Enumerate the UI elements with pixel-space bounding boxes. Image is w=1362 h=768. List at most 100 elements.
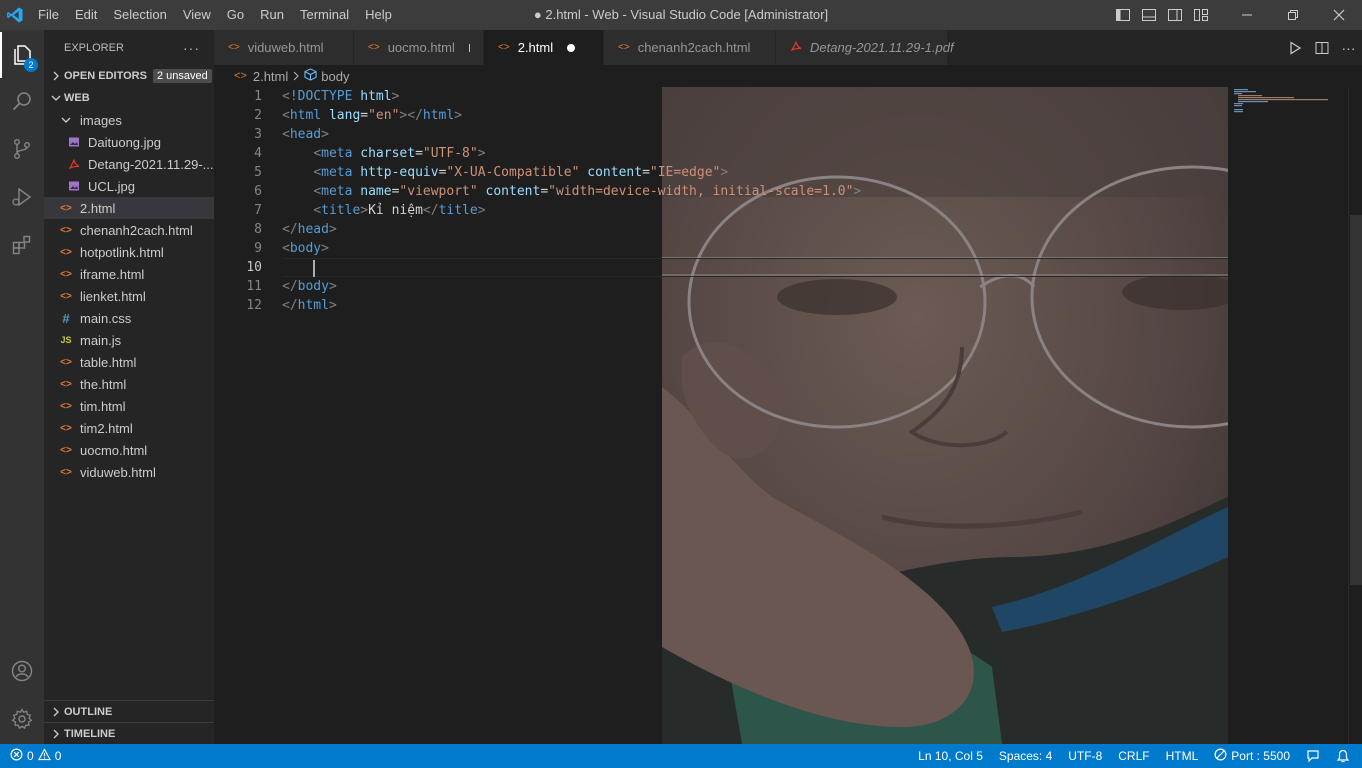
menu-help[interactable]: Help bbox=[357, 0, 400, 30]
file-item[interactable]: <> 2.html bbox=[44, 197, 214, 219]
file-item[interactable]: <> the.html bbox=[44, 373, 214, 395]
end-of-line[interactable]: CRLF bbox=[1110, 749, 1157, 763]
code-token: > bbox=[454, 108, 463, 123]
code-line[interactable]: </head> bbox=[282, 220, 1228, 239]
code-line[interactable]: </body> bbox=[282, 277, 1228, 296]
code-line[interactable]: <html lang="en"></html> bbox=[282, 106, 1228, 125]
code-token: </ bbox=[422, 203, 439, 218]
minimap[interactable] bbox=[1228, 87, 1348, 744]
menu-view[interactable]: View bbox=[175, 0, 219, 30]
file-item[interactable]: <> chenanh2cach.html bbox=[44, 219, 214, 241]
code-line[interactable]: <!DOCTYPE html> bbox=[282, 87, 1228, 106]
workspace-folder-web[interactable]: WEB bbox=[44, 87, 214, 109]
code-token: > bbox=[853, 184, 862, 199]
file-item[interactable]: <> uocmo.html bbox=[44, 439, 214, 461]
cursor-position[interactable]: Ln 10, Col 5 bbox=[910, 749, 991, 763]
toggle-secondary-sidebar-icon[interactable] bbox=[1162, 0, 1188, 30]
live-server-port[interactable]: Port : 5500 bbox=[1206, 748, 1298, 764]
code-token: < bbox=[282, 108, 290, 123]
editor-actions: ··· bbox=[1281, 30, 1362, 65]
settings-gear-icon[interactable] bbox=[0, 696, 44, 742]
search-icon[interactable] bbox=[0, 78, 44, 124]
problems-indicator[interactable]: 0 0 bbox=[0, 748, 61, 764]
file-item[interactable]: Daituong.jpg bbox=[44, 131, 214, 153]
line-number: 1 bbox=[254, 89, 262, 104]
more-actions-icon[interactable]: ··· bbox=[183, 40, 200, 56]
encoding[interactable]: UTF-8 bbox=[1060, 749, 1110, 763]
breadcrumb-symbol[interactable]: body bbox=[321, 69, 349, 84]
file-label: iframe.html bbox=[80, 266, 145, 282]
code-editor[interactable]: 1 2 3 4 5 6 7 8 9 10 11 12 <!DOCTYPE html> <html lan… bbox=[214, 87, 1348, 744]
file-item[interactable]: UCL.jpg bbox=[44, 175, 214, 197]
outline-section[interactable]: OUTLINE bbox=[44, 700, 214, 722]
extensions-icon[interactable] bbox=[0, 222, 44, 268]
explorer-icon[interactable]: 2 bbox=[0, 32, 44, 78]
tab-viduweb-html[interactable]: <> viduweb.html bbox=[214, 30, 354, 65]
folder-images[interactable]: images bbox=[44, 109, 214, 131]
scrollbar-thumb[interactable] bbox=[1350, 215, 1362, 585]
timeline-label: TIMELINE bbox=[64, 727, 116, 740]
explorer-sidebar: EXPLORER ··· OPEN EDITORS 2 unsaved WEB … bbox=[44, 30, 214, 744]
code-line[interactable]: <meta charset="UTF-8"> bbox=[282, 144, 1228, 163]
close-window-icon[interactable] bbox=[1316, 0, 1362, 30]
menu-file[interactable]: File bbox=[30, 0, 67, 30]
notifications-bell-icon[interactable] bbox=[1328, 749, 1362, 763]
feedback-icon[interactable] bbox=[1298, 749, 1328, 763]
code-token: name bbox=[360, 184, 392, 199]
toggle-primary-sidebar-icon[interactable] bbox=[1110, 0, 1136, 30]
language-mode[interactable]: HTML bbox=[1158, 749, 1207, 763]
restore-icon[interactable] bbox=[1270, 0, 1316, 30]
file-item[interactable]: JS main.js bbox=[44, 329, 214, 351]
file-label: table.html bbox=[80, 354, 137, 370]
toggle-panel-icon[interactable] bbox=[1136, 0, 1162, 30]
menu-edit[interactable]: Edit bbox=[67, 0, 105, 30]
minimize-icon[interactable] bbox=[1224, 0, 1270, 30]
menu-selection[interactable]: Selection bbox=[105, 0, 174, 30]
tab-uocmo-html[interactable]: <> uocmo.html bbox=[354, 30, 484, 65]
open-editors-section[interactable]: OPEN EDITORS 2 unsaved bbox=[44, 65, 214, 87]
tab-chenanh2cach-html[interactable]: <> chenanh2cach.html bbox=[604, 30, 776, 65]
file-item[interactable]: <> hotpotlink.html bbox=[44, 241, 214, 263]
tab-2-html[interactable]: <> 2.html bbox=[484, 30, 604, 65]
code-token: http-equiv bbox=[360, 165, 439, 180]
code-token: head bbox=[297, 222, 329, 237]
customize-layout-icon[interactable] bbox=[1188, 0, 1214, 30]
code-lines[interactable]: <!DOCTYPE html> <html lang="en"></html> <h… bbox=[282, 87, 1228, 315]
split-editor-icon[interactable] bbox=[1308, 41, 1335, 55]
file-item[interactable]: <> viduweb.html bbox=[44, 461, 214, 483]
tab-label: 2.html bbox=[517, 40, 554, 55]
code-token: </ bbox=[282, 298, 298, 313]
file-label: images bbox=[80, 112, 122, 128]
code-line[interactable]: <title>Kỉ niệm</title> bbox=[282, 201, 1228, 220]
code-line[interactable]: <body> bbox=[282, 239, 1228, 258]
menu-terminal[interactable]: Terminal bbox=[292, 0, 357, 30]
breadcrumb-file[interactable]: 2.html bbox=[253, 69, 288, 84]
more-actions-icon[interactable]: ··· bbox=[1335, 40, 1362, 56]
timeline-section[interactable]: TIMELINE bbox=[44, 722, 214, 744]
file-item[interactable]: <> tim2.html bbox=[44, 417, 214, 439]
menu-go[interactable]: Go bbox=[219, 0, 252, 30]
file-item[interactable]: <> table.html bbox=[44, 351, 214, 373]
menu-run[interactable]: Run bbox=[252, 0, 292, 30]
code-line[interactable]: <meta name="viewport" content="width=dev… bbox=[282, 182, 1228, 201]
account-icon[interactable] bbox=[0, 648, 44, 694]
source-control-icon[interactable] bbox=[0, 126, 44, 172]
code-line[interactable]: </html> bbox=[282, 296, 1228, 315]
warning-icon bbox=[37, 748, 51, 764]
unsaved-dot-icon[interactable] bbox=[567, 43, 576, 52]
run-file-icon[interactable] bbox=[1281, 40, 1308, 55]
file-item[interactable]: # main.css bbox=[44, 307, 214, 329]
code-line[interactable]: <head> bbox=[282, 125, 1228, 144]
file-item[interactable]: <> tim.html bbox=[44, 395, 214, 417]
indentation[interactable]: Spaces: 4 bbox=[991, 749, 1060, 763]
code-line[interactable] bbox=[282, 258, 1228, 277]
code-line[interactable]: <meta http-equiv = "X-UA-Compatible" conte… bbox=[282, 163, 1228, 182]
file-item[interactable]: <> iframe.html bbox=[44, 263, 214, 285]
vertical-scrollbar[interactable] bbox=[1348, 87, 1362, 744]
run-debug-icon[interactable] bbox=[0, 174, 44, 220]
file-item[interactable]: <> lienket.html bbox=[44, 285, 214, 307]
code-token: title bbox=[438, 203, 478, 218]
line-number: 3 bbox=[254, 127, 262, 142]
file-item[interactable]: Detang-2021.11.29-... bbox=[44, 153, 214, 175]
tab-detang-2021-11-29-1-pdf[interactable]: Detang-2021.11.29-1.pdf bbox=[776, 30, 954, 65]
